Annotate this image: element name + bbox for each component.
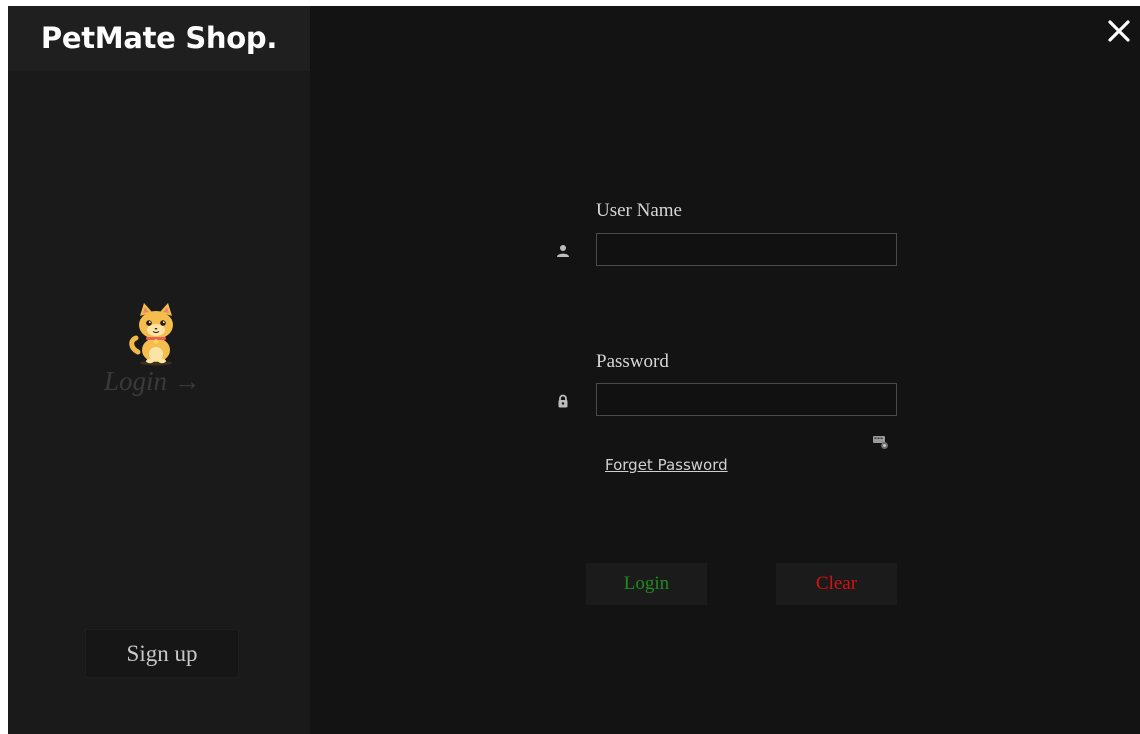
- password-label: Password: [596, 351, 669, 372]
- sidebar-login-link[interactable]: Login →: [104, 366, 228, 397]
- sidebar: PetMate Shop. Login → Sign up: [8, 6, 310, 734]
- login-window: PetMate Shop. Login → Sign up User Name …: [8, 6, 1140, 734]
- brand-title: PetMate Shop.: [40, 21, 278, 55]
- password-input[interactable]: [596, 383, 897, 416]
- cat-mascot-icon: [129, 303, 173, 366]
- username-input[interactable]: [596, 233, 897, 266]
- user-icon: [557, 245, 569, 257]
- login-button[interactable]: Login: [586, 563, 707, 605]
- close-icon[interactable]: [1104, 16, 1134, 46]
- sign-up-button[interactable]: Sign up: [85, 629, 239, 678]
- key-icon[interactable]: [872, 434, 890, 450]
- brand-bar: PetMate Shop.: [8, 6, 310, 71]
- username-label: User Name: [596, 200, 682, 221]
- lock-icon: [558, 394, 568, 408]
- clear-button[interactable]: Clear: [776, 563, 897, 605]
- forget-password-link[interactable]: Forget Password: [605, 456, 728, 474]
